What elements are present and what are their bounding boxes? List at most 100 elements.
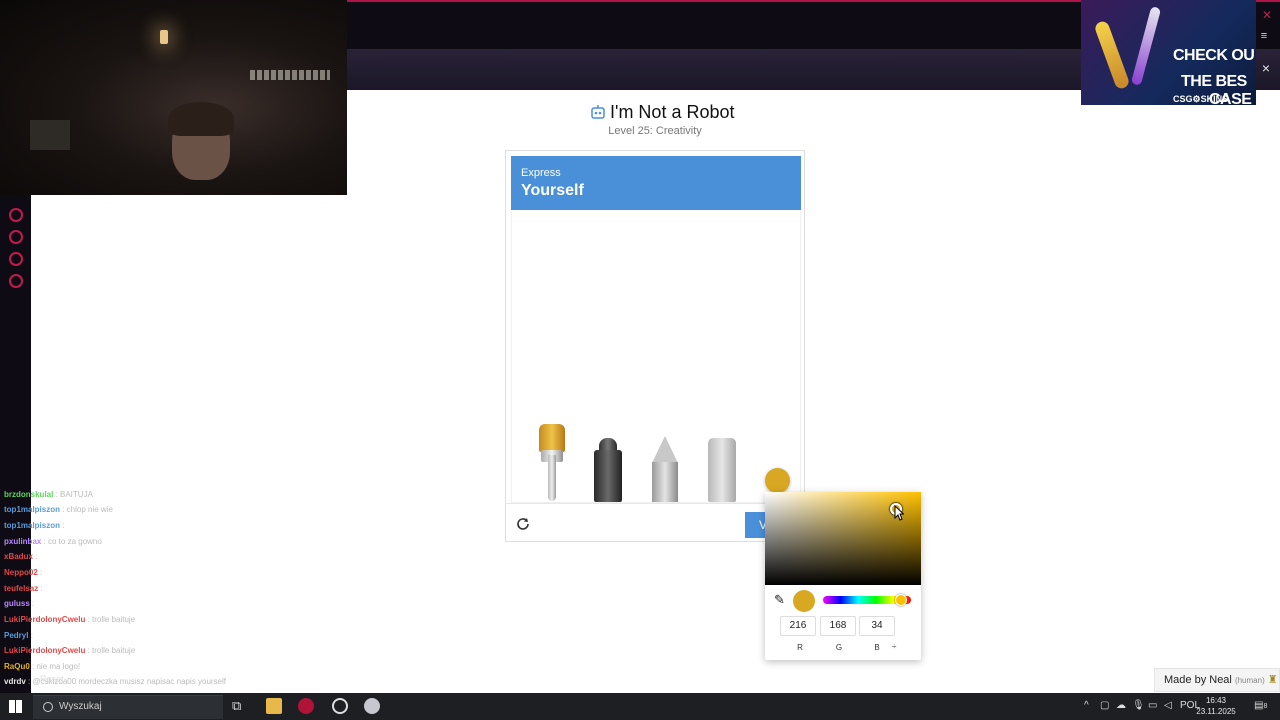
captcha-title-row: I'm Not a Robot	[590, 101, 735, 123]
search-icon	[43, 702, 53, 712]
chat-username[interactable]: LukiPierdolonyCwelu	[4, 646, 85, 655]
file-explorer-icon[interactable]	[266, 698, 282, 714]
chat-message: Pedryl :	[4, 630, 33, 642]
clock[interactable]: 16:43 23.11.2025	[1196, 695, 1236, 717]
hue-slider-thumb[interactable]	[895, 594, 907, 606]
piano-keys	[250, 70, 330, 80]
green-input[interactable]: 168	[820, 616, 856, 636]
shelf	[30, 120, 70, 150]
chat-username[interactable]: vdrdv	[4, 677, 26, 686]
chat-message: top1malpiszon :	[4, 520, 64, 532]
chat-username[interactable]: top1malpiszon	[4, 521, 60, 530]
page-title: I'm Not a Robot	[610, 101, 735, 122]
knife-image	[1093, 19, 1131, 91]
chat-message: xBadux :	[4, 551, 37, 563]
eyedropper-icon[interactable]: ✎	[774, 593, 788, 607]
chat-text: :	[38, 584, 43, 593]
chat-username[interactable]: top1malpiszon	[4, 505, 60, 514]
app-icon[interactable]	[364, 698, 380, 714]
ad-close-icon[interactable]: ×	[1259, 60, 1273, 76]
knife-image	[1130, 6, 1162, 86]
robot-icon	[591, 105, 605, 119]
chat-text: : trolle baituje	[85, 615, 136, 624]
streamer-hair	[168, 102, 234, 136]
refresh-icon[interactable]	[515, 516, 531, 532]
chat-username[interactable]: Pedryl	[4, 631, 28, 640]
color-mode-toggle[interactable]: ÷	[892, 642, 896, 651]
taskbar-search[interactable]: Wyszukaj	[33, 695, 223, 719]
brush-bristles	[539, 424, 565, 452]
task-view-icon[interactable]: ⧉	[232, 698, 248, 714]
tray-chevron-icon[interactable]: ^	[1084, 700, 1089, 711]
blue-label: B	[874, 643, 880, 652]
chat-message: Neppo02 :	[4, 567, 42, 579]
chat-text: :	[32, 552, 38, 561]
chat-username[interactable]: pxulinbax	[4, 537, 41, 546]
chat-text: :	[28, 631, 33, 640]
webcam-overlay	[0, 0, 347, 195]
chat-text: : BAITUJA	[53, 490, 93, 499]
play-circle-icon[interactable]	[9, 208, 23, 222]
stream-chat: brzdonskulal : BAITUJA top1malpiszon : ch…	[0, 473, 340, 693]
chat-message: pxulinbax : co to za gowno	[4, 536, 102, 548]
chat-username[interactable]: teufelsaz	[4, 584, 38, 593]
brush-handle	[548, 455, 556, 501]
chat-text: : nie ma logo!	[29, 662, 81, 671]
windows-taskbar: Wyszukaj ⧉ ^ ▢ ☁ 🎙 ▭ ◁ POL 16:43 23.11.2…	[0, 693, 1280, 720]
banner-small-text: Express	[521, 167, 561, 179]
chat-username[interactable]: RaQu0	[4, 662, 30, 671]
mouse-pointer-icon	[894, 505, 904, 521]
chat-message: vdrdv : @cskizda00 mordeczka musisz napi…	[4, 676, 226, 688]
red-label: R	[797, 643, 803, 652]
trophy-icon: ♜	[1267, 674, 1278, 686]
ad-text: CHECK OU	[1173, 47, 1255, 64]
made-by-text: Made by Neal	[1164, 674, 1232, 686]
microphone-icon[interactable]: 🎙	[1132, 700, 1145, 711]
opera-gx-icon[interactable]	[298, 698, 314, 714]
lamp	[160, 30, 168, 44]
divider	[506, 503, 806, 504]
current-color-swatch	[793, 590, 815, 612]
network-icon[interactable]: ▭	[1148, 700, 1157, 711]
chat-message: guluss :	[4, 598, 34, 610]
ad-banner[interactable]: CHECK OU THE BES CASE CSG⚙SKINS	[1081, 0, 1256, 105]
chat-username[interactable]: brzdonskulal	[4, 490, 53, 499]
tray-cloud-icon[interactable]: ☁	[1116, 700, 1126, 711]
chat-username[interactable]: guluss	[4, 599, 30, 608]
challenge-banner: Express Yourself	[511, 156, 801, 210]
date: 23.11.2025	[1196, 707, 1236, 716]
chat-message: LukiPierdolonyCwelu : trolle baituje	[4, 645, 135, 657]
chat-text: : co to za gowno	[41, 537, 102, 546]
tray-device-icon[interactable]: ▢	[1100, 700, 1109, 711]
obs-icon[interactable]	[332, 698, 348, 714]
chat-message: LukiPierdolonyCwelu : trolle baituje	[4, 614, 135, 626]
menu-icon[interactable]: ≡	[1258, 30, 1270, 42]
settings-icon[interactable]	[9, 274, 23, 288]
chat-username[interactable]: xBadux	[4, 552, 33, 561]
chat-username[interactable]: LukiPierdolonyCwelu	[4, 615, 85, 624]
chat-text: :	[29, 599, 35, 608]
notification-icon[interactable]: ▤8	[1254, 700, 1267, 711]
green-label: G	[835, 643, 843, 652]
clock-icon[interactable]	[9, 230, 23, 244]
pencil-tip	[652, 436, 678, 463]
chat-username[interactable]: Neppo02	[4, 568, 38, 577]
chat-message: top1malpiszon : chlop nie wie	[4, 504, 113, 516]
banner-big-text: Yourself	[521, 182, 584, 199]
color-selector-button[interactable]	[765, 468, 790, 493]
made-by-badge[interactable]: Made by Neal (human) ♜	[1154, 668, 1280, 692]
close-window-icon[interactable]: ✕	[1260, 8, 1274, 22]
chat-icon[interactable]	[9, 252, 23, 266]
chat-message: RaQu0 : nie ma logo!	[4, 661, 80, 673]
made-by-sub: (human)	[1234, 676, 1265, 685]
chat-text: :	[37, 568, 43, 577]
blue-input[interactable]: 34	[859, 616, 895, 636]
time: 16:43	[1205, 696, 1227, 705]
red-input[interactable]: 216	[780, 616, 816, 636]
chat-text: : chlop nie wie	[60, 505, 113, 514]
volume-icon[interactable]: ◁	[1164, 700, 1172, 711]
level-subtitle: Level 25: Creativity	[608, 125, 702, 137]
reset-label[interactable]: Reset	[40, 673, 64, 685]
eraser-tool[interactable]	[708, 438, 736, 502]
windows-start-icon[interactable]	[9, 700, 22, 713]
